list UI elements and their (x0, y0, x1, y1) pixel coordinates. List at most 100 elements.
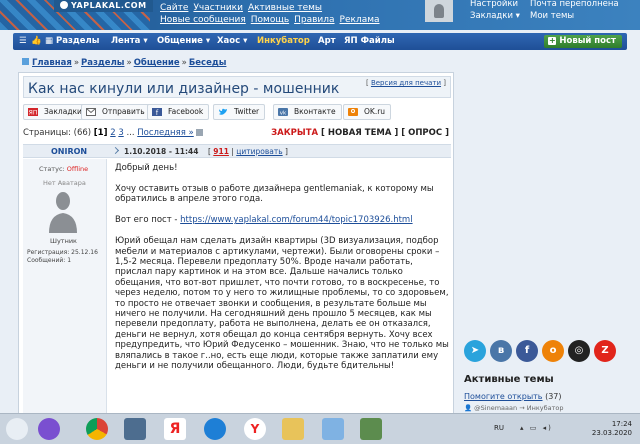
post-link[interactable]: https://www.yaplakal.com/forum44/topic17… (180, 215, 412, 225)
home-icon (22, 58, 29, 65)
author-info: Регистрация: 25.12.16 Сообщений: 1 (27, 249, 98, 264)
ok-icon (348, 108, 358, 116)
author-status: Статус: Offline (39, 165, 89, 173)
breadcrumb-sections[interactable]: Разделы (81, 58, 124, 68)
author-silhouette-icon (49, 192, 77, 233)
print-version-link[interactable]: [ Версия для печати ] (366, 79, 446, 87)
post-paragraph: Добрый день! (115, 163, 178, 173)
folder-icon[interactable] (282, 418, 304, 440)
breadcrumb-talk[interactable]: Общение (134, 58, 180, 68)
zen-icon[interactable]: Z (594, 340, 616, 362)
my-topics-link[interactable]: Мои темы (530, 10, 619, 22)
site-logo[interactable]: YAPLAKAL.COM (54, 0, 153, 12)
bookmarks-link[interactable]: Закладки ▾ (470, 10, 520, 22)
breadcrumb-home[interactable]: Главная (32, 58, 72, 68)
svg-text:ЯП: ЯП (29, 109, 38, 116)
yandex-browser-icon[interactable]: Y (244, 418, 266, 440)
post-number[interactable]: 911 (213, 147, 229, 156)
active-topic-item[interactable]: Помогите открыть (37) (464, 392, 562, 401)
nav-talk[interactable]: Общение ▾ (157, 36, 210, 46)
chrome-icon[interactable] (86, 418, 108, 440)
pager-page-2[interactable]: 2 (110, 128, 115, 138)
nav-chaos[interactable]: Хаос ▾ (217, 36, 247, 46)
nav-files[interactable]: ЯП Файлы (344, 36, 395, 46)
vk-icon[interactable]: в (490, 340, 512, 362)
pager: Страницы: (66) [1] 2 3 ... Последняя » (23, 128, 204, 138)
svg-text:vk: vk (280, 110, 287, 116)
like-icon[interactable]: 👍 (31, 36, 42, 46)
window-icon[interactable] (124, 418, 146, 440)
yap-bookmark-icon: ЯП (28, 108, 38, 116)
new-topic-link[interactable]: НОВАЯ ТЕМА (328, 128, 392, 138)
settings-link[interactable]: Настройки (470, 0, 520, 10)
post-body: Добрый день! Хочу оставить отзыв о работ… (115, 163, 449, 382)
instagram-icon[interactable]: ◎ (568, 340, 590, 362)
title-box: Как нас кинули или дизайнер - мошенник [… (23, 76, 451, 98)
nav-about[interactable]: Сайте (160, 3, 188, 13)
post-link-icon[interactable] (111, 146, 120, 155)
nav-art[interactable]: Арт (318, 36, 336, 46)
pager-current: [1] (93, 128, 108, 138)
facebook-icon: f (152, 108, 162, 116)
author-column: Статус: Offline Нет Аватара Шутник Регис… (23, 159, 107, 444)
menu-icon[interactable]: ☰ (19, 36, 27, 46)
send-button[interactable]: Отправить (81, 104, 151, 120)
header-nav: Сайте Участники Активные темы Новые сообще… (160, 2, 385, 26)
telegram-icon[interactable]: ➤ (464, 340, 486, 362)
pager-page-3[interactable]: 3 (118, 128, 123, 138)
yandex-icon[interactable]: Я (164, 418, 186, 440)
nav-members[interactable]: Участники (193, 3, 243, 13)
nav-ads[interactable]: Реклама (340, 15, 380, 25)
post-meta: 1.10.2018 - 11:44 [ 911 | цитировать ] (111, 146, 288, 156)
vk-share-button[interactable]: vk Вконтакте (273, 104, 342, 120)
topic-status: ЗАКРЫТА [ НОВАЯ ТЕМА ] [ ОПРОС ] (271, 128, 449, 138)
ok-icon[interactable]: o (542, 340, 564, 362)
start-icon[interactable] (6, 418, 28, 440)
user-avatar[interactable] (425, 0, 453, 22)
breadcrumb-chat[interactable]: Беседы (189, 58, 227, 68)
bookmark-button[interactable]: ЯП Закладки (23, 104, 88, 120)
pager-jump-icon[interactable] (196, 129, 204, 136)
active-topics-title: Активные темы (464, 374, 554, 385)
nav-new-messages[interactable]: Новые сообщения (160, 15, 246, 25)
nav-incubator[interactable]: Инкубатор (257, 36, 310, 46)
ok-share-button[interactable]: OK.ru (343, 104, 392, 120)
twitter-icon (219, 108, 227, 115)
closed-badge: ЗАКРЫТА (271, 128, 319, 138)
twitter-share-button[interactable]: Twitter (213, 104, 266, 120)
nav-rules[interactable]: Правила (294, 15, 334, 25)
active-topic-meta: 👤 @Sinemaaan → Инкубатор (464, 404, 564, 412)
tray-icons[interactable]: ▴ ▭ ◂) (520, 424, 553, 432)
facebook-icon[interactable]: f (516, 340, 538, 362)
nav-help[interactable]: Помощь (251, 15, 289, 25)
post-author[interactable]: ONIRON (51, 147, 87, 156)
post-paragraph: Хочу оставить отзыв о работе дизайнера g… (115, 183, 434, 205)
post-paragraph: Вот его пост - https://www.yaplakal.com/… (115, 215, 413, 226)
language-indicator[interactable]: RU (494, 424, 504, 432)
quote-link[interactable]: цитировать (236, 147, 282, 156)
facebook-share-button[interactable]: f Facebook (147, 104, 210, 120)
post-paragraph: Юрий обещал нам сделать дизайн квартиры … (115, 236, 449, 371)
breadcrumb: Главная» Разделы» Общение» Беседы (22, 58, 226, 68)
mail-link[interactable]: Почта переполнена (530, 0, 619, 10)
vk-icon: vk (278, 108, 288, 116)
clock[interactable]: 17:24 23.03.2020 (592, 420, 632, 438)
nav-sections[interactable]: ▦ Разделы (45, 36, 99, 46)
page-title: Как нас кинули или дизайнер - мошенник (28, 81, 340, 97)
plus-icon: + (548, 36, 557, 45)
photos-icon[interactable] (322, 418, 344, 440)
globe-icon (60, 1, 68, 9)
app-icon[interactable] (38, 418, 60, 440)
site-header: YAPLAKAL.COM Сайте Участники Активные темы… (0, 0, 640, 30)
nav-active-topics[interactable]: Активные темы (248, 3, 322, 13)
mail-icon (86, 108, 96, 116)
user-links: Настройки Закладки ▾ Почта переполнена М… (470, 0, 619, 22)
app2-icon[interactable] (360, 418, 382, 440)
new-post-button[interactable]: + Новый пост (544, 35, 622, 48)
poll-link[interactable]: ОПРОС (408, 128, 442, 138)
no-avatar-label: Нет Аватара (43, 179, 86, 187)
pager-last[interactable]: Последняя » (137, 128, 194, 138)
main-navbar: ☰ 👍 ▦ Разделы Лента ▾ Общение ▾ Хаос ▾ И… (13, 33, 627, 50)
ie-icon[interactable] (204, 418, 226, 440)
nav-feed[interactable]: Лента ▾ (111, 36, 148, 46)
